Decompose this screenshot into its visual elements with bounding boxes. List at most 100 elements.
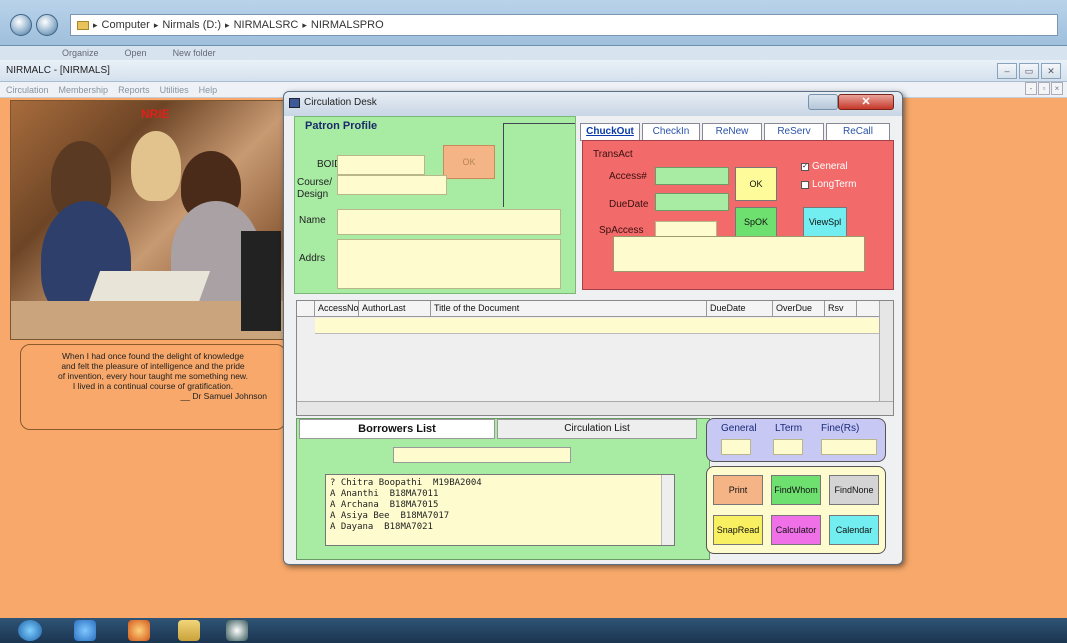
students-photo: NRIE — [10, 100, 294, 340]
breadcrumb-nirmalsrc[interactable]: NIRMALSRC — [234, 19, 299, 31]
borrower-search-input[interactable] — [393, 447, 571, 463]
transaction-grid: AccessNo AuthorLast Title of the Documen… — [296, 300, 894, 416]
forward-icon[interactable] — [36, 14, 58, 36]
access-field[interactable] — [655, 167, 729, 185]
findnone-button[interactable]: FindNone — [829, 475, 879, 505]
tab-borrowers-list[interactable]: Borrowers List — [299, 419, 495, 439]
grid-vertical-scrollbar[interactable] — [879, 301, 893, 401]
quote-line: and felt the pleasure of intelligence an… — [61, 361, 245, 371]
patron-photo-frame — [503, 123, 575, 207]
fine-field[interactable] — [821, 439, 877, 455]
duedate-label: DueDate — [609, 199, 649, 210]
patron-profile-panel: Patron Profile BOID OK Course/ Design Na… — [294, 116, 576, 294]
menu-reports[interactable]: Reports — [118, 85, 150, 95]
table-row[interactable] — [315, 318, 885, 334]
address-box[interactable]: ▸ Computer ▸ Nirmals (D:) ▸ NIRMALSRC ▸ … — [70, 14, 1058, 36]
breadcrumb-computer[interactable]: Computer — [102, 19, 150, 31]
col-authorlast[interactable]: AuthorLast — [359, 301, 431, 316]
general-checkbox[interactable]: ✓ General — [801, 161, 848, 172]
circulation-desk-dialog: Circulation Desk ✕ Patron Profile BOID O… — [283, 91, 903, 565]
spok-button[interactable]: SpOK — [735, 207, 777, 237]
breadcrumb-nirmalspro[interactable]: NIRMALSPRO — [311, 19, 384, 31]
tab-circulation-list[interactable]: Circulation List — [497, 419, 697, 439]
fine-label: Fine(Rs) — [821, 423, 860, 434]
grid-horizontal-scrollbar[interactable] — [297, 401, 893, 415]
tab-checkin[interactable]: CheckIn — [642, 123, 700, 141]
minimize-icon[interactable]: ‒ — [997, 63, 1017, 79]
menu-help[interactable]: Help — [199, 85, 218, 95]
nrie-logo: NRIE — [141, 107, 170, 121]
close-icon[interactable]: ✕ — [1041, 63, 1061, 79]
design-label: Design — [297, 189, 329, 200]
borrowers-listbox[interactable]: ? Chitra Boopathi M19BA2004 A Ananthi B18… — [325, 474, 675, 546]
tab-renew[interactable]: ReNew — [702, 123, 762, 141]
list-item[interactable]: A Dayana B18MA7021 — [330, 522, 670, 533]
col-overdue[interactable]: OverDue — [773, 301, 825, 316]
general-count-field[interactable] — [721, 439, 751, 455]
checkout-ok-button[interactable]: OK — [735, 167, 777, 201]
patron-ok-button[interactable]: OK — [443, 145, 495, 179]
print-button[interactable]: Print — [713, 475, 763, 505]
app-eye-icon[interactable] — [226, 620, 248, 641]
checkbox-checked-icon: ✓ — [801, 162, 809, 171]
action-panel: Print FindWhom FindNone SnapRead Calcula… — [706, 466, 886, 554]
col-rsv[interactable]: Rsv — [825, 301, 857, 316]
course-field[interactable] — [337, 175, 447, 195]
toolbar-new-folder[interactable]: New folder — [173, 48, 216, 58]
transact-label: TransAct — [593, 149, 633, 160]
mdi-controls: - ▫ × — [1025, 82, 1063, 95]
menu-utilities[interactable]: Utilities — [160, 85, 189, 95]
dialog-close-button[interactable]: ✕ — [838, 94, 894, 110]
list-item[interactable]: ? Chitra Boopathi M19BA2004 — [330, 478, 670, 489]
boid-field[interactable] — [337, 155, 425, 175]
media-icon[interactable] — [128, 620, 150, 641]
list-item[interactable]: A Ananthi B18MA7011 — [330, 489, 670, 500]
mdi-close-icon[interactable]: × — [1051, 82, 1063, 95]
snapread-button[interactable]: SnapRead — [713, 515, 763, 545]
patron-profile-heading: Patron Profile — [305, 120, 378, 132]
menu-membership[interactable]: Membership — [59, 85, 109, 95]
address-field[interactable] — [337, 239, 561, 289]
breadcrumb-drive[interactable]: Nirmals (D:) — [162, 19, 221, 31]
browser-icon[interactable] — [74, 620, 96, 641]
folder-icon — [77, 20, 89, 30]
calendar-button[interactable]: Calendar — [829, 515, 879, 545]
viewspl-button[interactable]: ViewSpl — [803, 207, 847, 237]
quote-line: When I had once found the delight of kno… — [62, 351, 244, 361]
tab-reserv[interactable]: ReServ — [764, 123, 824, 141]
transact-memo[interactable] — [613, 236, 865, 272]
name-label: Name — [299, 215, 326, 226]
maximize-icon[interactable]: ▭ — [1019, 63, 1039, 79]
app-icon — [289, 98, 300, 108]
col-duedate[interactable]: DueDate — [707, 301, 773, 316]
borrowers-scrollbar[interactable] — [661, 475, 674, 545]
findwhom-button[interactable]: FindWhom — [771, 475, 821, 505]
quote-line: of invention, every hour taught me somet… — [58, 371, 248, 381]
lterm-field[interactable] — [773, 439, 803, 455]
folder-icon[interactable] — [178, 620, 200, 641]
mdi-minimize-icon[interactable]: - — [1025, 82, 1037, 95]
mdi-restore-icon[interactable]: ▫ — [1038, 82, 1050, 95]
col-accessno[interactable]: AccessNo — [315, 301, 359, 316]
col-title[interactable]: Title of the Document — [431, 301, 707, 316]
longterm-checkbox[interactable]: LongTerm — [801, 179, 856, 190]
addrs-label: Addrs — [299, 253, 326, 264]
borrowers-panel: Borrowers List Circulation List ? Chitra… — [296, 418, 710, 560]
taskbar — [0, 618, 1067, 643]
back-icon[interactable] — [10, 14, 32, 36]
menu-circulation[interactable]: Circulation — [6, 85, 49, 95]
explorer-address-bar: ▸ Computer ▸ Nirmals (D:) ▸ NIRMALSRC ▸ … — [0, 0, 1067, 46]
spaccess-label: SpAccess — [599, 225, 644, 236]
calculator-button[interactable]: Calculator — [771, 515, 821, 545]
student-figure — [131, 131, 181, 201]
start-icon[interactable] — [18, 620, 42, 641]
toolbar-open[interactable]: Open — [125, 48, 147, 58]
toolbar-organize[interactable]: Organize — [62, 48, 99, 58]
list-item[interactable]: A Asiya Bee B18MA7017 — [330, 511, 670, 522]
tab-checkout[interactable]: ChuckOut — [580, 123, 640, 141]
tab-recall[interactable]: ReCall — [826, 123, 890, 141]
name-field[interactable] — [337, 209, 561, 235]
duedate-field[interactable] — [655, 193, 729, 211]
list-item[interactable]: A Archana B18MA7015 — [330, 500, 670, 511]
dialog-minmax-icon[interactable] — [808, 94, 838, 110]
